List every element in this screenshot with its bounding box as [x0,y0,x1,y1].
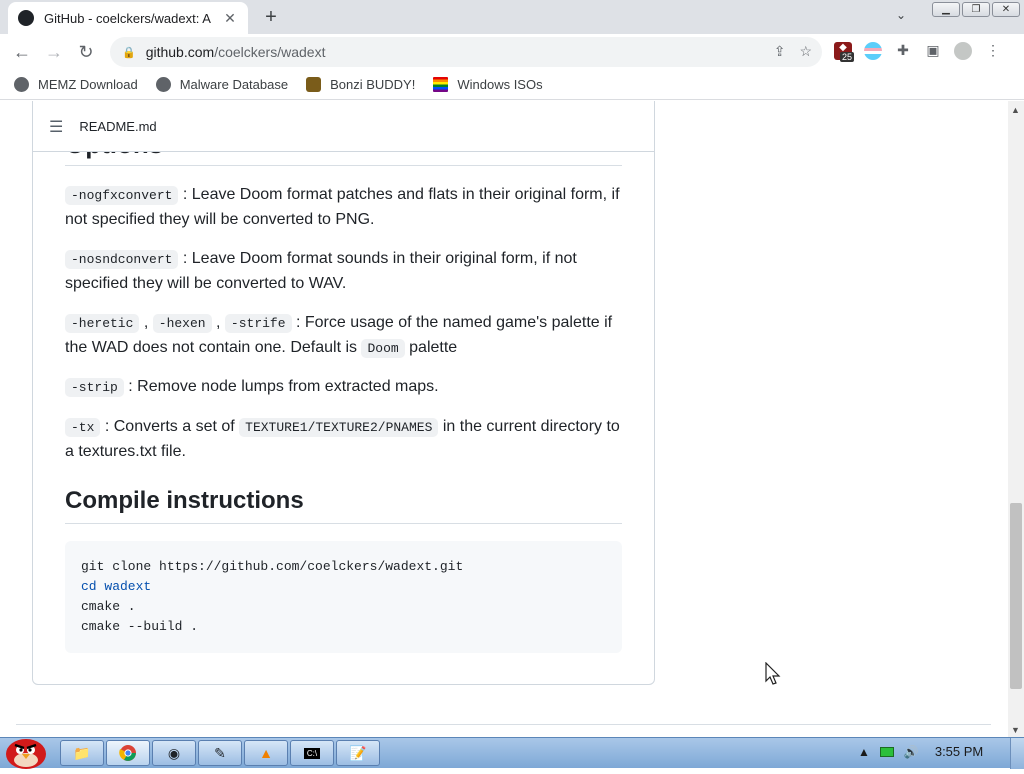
puzzle-icon[interactable]: ✚ [894,42,912,60]
trans-flag-extension-icon[interactable] [864,42,882,60]
network-icon[interactable] [879,746,894,757]
address-bar[interactable]: 🔒 github.com/coelckers/wadext ⇪ ☆ [110,37,822,67]
back-arrow-icon[interactable]: ← [6,42,38,63]
inline-code: -strip [65,378,124,397]
forward-arrow-icon[interactable]: → [38,42,70,63]
outline-list-icon[interactable]: ☰ [49,117,63,137]
option-nogfxconvert: -nogfxconvert : Leave Doom format patche… [65,183,625,232]
taskbar-vlc-icon[interactable]: ▲ [244,740,288,766]
restore-button[interactable]: ❐ [962,2,990,17]
code-line: cmake --build . [81,619,199,634]
code-line: git clone https://github.com/coelckers/w… [81,559,464,574]
bookmarks-bar: MEMZ Download Malware Database Bonzi BUD… [0,70,1024,100]
tab-search-chevron-icon[interactable]: ⌄ [896,8,906,22]
url-host: github.com [145,44,215,60]
minimize-button[interactable]: ▁ [932,2,960,17]
reload-icon[interactable]: ↻ [70,42,102,63]
page-viewport: ☰ README.md Options -nogfxconvert : Leav… [0,101,1008,737]
extensions-area: ◆ 25 ✚ ▣ ⋮ [834,42,1002,62]
footer-divider [16,724,991,725]
url-path: /coelckers/wadext [214,44,326,60]
globe-icon [14,77,29,92]
inline-code: -hexen [152,314,212,333]
readme-header: ☰ README.md [33,102,654,152]
close-window-button[interactable]: ✕ [992,2,1020,17]
bookmark-label: Malware Database [179,77,289,92]
lock-icon[interactable]: 🔒 [122,46,136,59]
windows-flag-icon [433,77,449,92]
heading-divider [65,165,622,166]
bonzi-icon [306,77,322,92]
inline-code: -strife [224,314,292,333]
profile-avatar[interactable] [954,42,972,60]
taskbar-cmd-icon[interactable]: C:\ [290,740,334,766]
mouse-cursor-icon [765,661,783,691]
code-line: cmake . [81,599,136,614]
taskbar-chrome-icon[interactable] [106,740,150,766]
option-tx: -tx : Converts a set of TEXTURE1/TEXTURE… [65,415,625,464]
option-strip: -strip : Remove node lumps from extracte… [65,375,625,400]
bookmark-label: Windows ISOs [457,77,543,92]
heading-divider [65,523,622,524]
windows-taskbar: 📁 ◉ ✎ ▲ C:\ 📝 ▲ 🔊 3:55 PM [0,737,1024,769]
bookmark-windows-isos[interactable]: Windows ISOs [433,77,543,92]
taskbar-notepad-icon[interactable]: 📝 [336,740,380,766]
scrollbar-thumb[interactable] [1010,503,1022,689]
readme-filename: README.md [79,119,157,134]
bookmark-label: Bonzi BUDDY! [330,77,416,92]
side-panel-icon[interactable]: ▣ [924,42,942,60]
compile-code-block[interactable]: git clone https://github.com/coelckers/w… [65,541,622,653]
inline-code: -nogfxconvert [65,186,179,205]
browser-tab-active[interactable]: GitHub - coelckers/wadext: A ✕ [8,2,248,34]
inline-code: -heretic [65,314,140,333]
option-palette: -heretic , -hexen , -strife : Force usag… [65,314,613,358]
menu-kebab-icon[interactable]: ⋮ [984,42,1002,60]
ublock-extension-icon[interactable]: ◆ 25 [834,42,855,62]
browser-toolbar: ← → ↻ 🔒 github.com/coelckers/wadext ⇪ ☆ … [0,34,1024,70]
option-text: : Converts a set of [104,418,235,435]
compile-heading: Compile instructions [65,487,304,514]
inline-code: -nosndconvert [65,250,179,269]
bookmark-label: MEMZ Download [38,77,138,92]
volume-icon[interactable]: 🔊 [904,745,919,759]
option-text: palette [409,339,458,356]
inline-code: TEXTURE1/TEXTURE2/PNAMES [239,418,439,437]
taskbar-media-player-icon[interactable]: ◉ [152,740,196,766]
taskbar-app-icon[interactable]: ✎ [198,740,242,766]
github-icon [18,10,34,26]
option-nosndconvert: -nosndconvert : Leave Doom format sounds… [65,247,625,296]
tray-expand-icon[interactable]: ▲ [858,745,870,759]
bookmark-bonzi-buddy[interactable]: Bonzi BUDDY! [306,77,415,92]
scroll-up-arrow-icon[interactable]: ▲ [1011,105,1020,115]
window-controls: ▁ ❐ ✕ [930,2,1020,17]
browser-titlebar: GitHub - coelckers/wadext: A ✕ + ⌄ ▁ ❐ ✕ [0,0,1024,34]
globe-icon [155,77,171,92]
code-line: cd wadext [81,579,152,594]
tab-close-icon[interactable]: ✕ [222,10,238,27]
bookmark-memz[interactable]: MEMZ Download [14,77,138,92]
inline-code: Doom [361,339,405,358]
tab-title: GitHub - coelckers/wadext: A [44,10,211,26]
scroll-down-arrow-icon[interactable]: ▼ [1011,725,1020,735]
page-scrollbar[interactable]: ▲ ▼ [1008,101,1024,737]
bookmark-malware-database[interactable]: Malware Database [155,77,289,92]
extension-badge: 25 [840,52,855,62]
share-icon[interactable]: ⇪ [774,43,786,60]
option-text: : Force usage of the named game's palett… [65,314,613,356]
taskbar-explorer-icon[interactable]: 📁 [60,740,104,766]
bookmark-star-icon[interactable]: ☆ [799,43,812,60]
taskbar-clock[interactable]: 3:55 PM [935,744,983,759]
new-tab-button[interactable]: + [260,6,282,29]
system-tray: ▲ 🔊 3:55 PM [858,744,983,759]
show-desktop-button[interactable] [1010,738,1024,769]
inline-code: -tx [65,418,101,437]
start-button-angry-bird-icon[interactable] [2,732,50,769]
option-text: : Remove node lumps from extracted maps. [128,378,439,395]
